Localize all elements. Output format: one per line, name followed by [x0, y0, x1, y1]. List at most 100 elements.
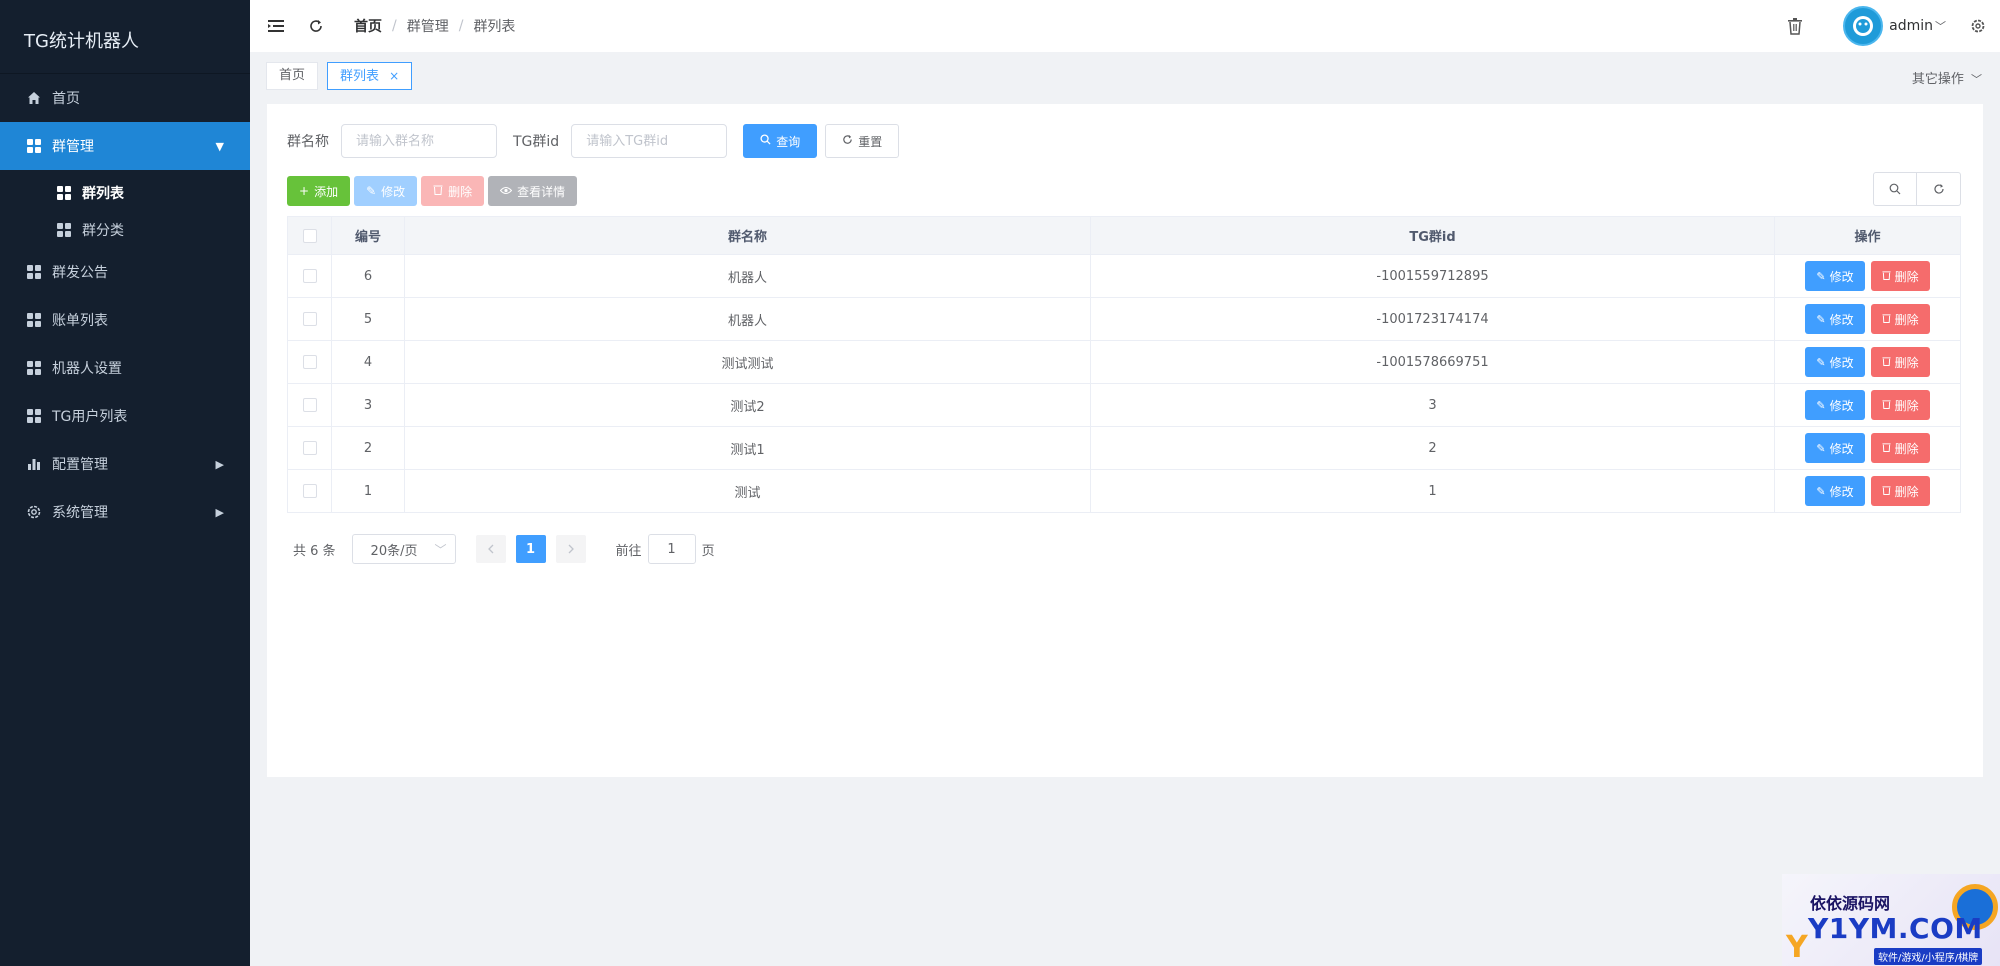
sidebar-item-label: 机器人设置 — [52, 361, 122, 377]
breadcrumb-separator: / — [458, 18, 464, 34]
group-name-input[interactable] — [341, 124, 497, 158]
prev-page-button[interactable] — [475, 535, 506, 563]
query-button[interactable]: 查询 — [743, 124, 818, 158]
reset-label: 重置 — [858, 134, 883, 149]
row-delete-button[interactable]: 删除 — [1870, 261, 1930, 291]
chevron-left-icon — [487, 544, 494, 554]
table-header-row: 编号 群名称 TG群id 操作 — [287, 216, 1961, 255]
sidebar-item-group-announcement[interactable]: 群发公告 — [0, 248, 250, 296]
sidebar: TG统计机器人 首页 群管理 ▼ 群列表 群分类 群发公告 账单列表 机器人设置… — [0, 0, 250, 966]
row-delete-label: 删除 — [1894, 312, 1919, 327]
grid-icon — [26, 264, 42, 280]
row-checkbox[interactable] — [302, 484, 317, 498]
row-edit-button[interactable]: ✎ 修改 — [1805, 390, 1865, 420]
goto-page-input[interactable] — [647, 534, 696, 564]
settings-gear-icon[interactable] — [1968, 16, 1988, 36]
row-delete-button[interactable]: 删除 — [1870, 304, 1930, 334]
edit-label: 修改 — [381, 184, 406, 199]
page-size-value: 20条/页 — [370, 543, 418, 559]
edit-icon: ✎ — [1816, 355, 1826, 369]
grid-icon — [26, 360, 42, 376]
other-operations-dropdown[interactable]: 其它操作 ﹀ — [1912, 68, 1982, 87]
table-row: 6 机器人 -1001559712895 ✎ 修改 删除 — [287, 254, 1961, 298]
username[interactable]: admin — [1889, 18, 1933, 34]
cell-group-name: 机器人 — [404, 297, 1091, 341]
add-label: 添加 — [314, 184, 339, 199]
tg-group-id-label: TG群id — [513, 134, 560, 150]
column-header-tg-id: TG群id — [1090, 216, 1775, 255]
sidebar-item-tg-user-list[interactable]: TG用户列表 — [0, 392, 250, 440]
sidebar-item-home[interactable]: 首页 — [0, 74, 250, 122]
add-button[interactable]: + 添加 — [287, 176, 351, 206]
reset-button[interactable]: 重置 — [825, 124, 900, 158]
eye-icon — [499, 184, 513, 198]
row-edit-button[interactable]: ✎ 修改 — [1805, 476, 1865, 506]
bar-chart-icon — [26, 456, 42, 472]
sidebar-subitem-label: 群列表 — [82, 185, 124, 202]
trash-icon[interactable] — [1785, 16, 1805, 36]
row-delete-button[interactable]: 删除 — [1870, 347, 1930, 377]
toggle-search-button[interactable] — [1873, 172, 1917, 206]
edit-icon: ✎ — [1816, 484, 1826, 498]
sidebar-subitem-group-category[interactable]: 群分类 — [0, 211, 250, 248]
row-delete-button[interactable]: 删除 — [1870, 390, 1930, 420]
edit-button[interactable]: ✎ 修改 — [354, 176, 418, 206]
column-header-id: 编号 — [331, 216, 405, 255]
search-icon — [1889, 183, 1901, 195]
row-checkbox[interactable] — [302, 355, 317, 369]
view-details-button[interactable]: 查看详情 — [488, 176, 578, 206]
sidebar-subitem-group-list[interactable]: 群列表 — [0, 174, 250, 211]
sidebar-item-label: 配置管理 — [52, 457, 108, 473]
action-toolbar: + 添加 ✎ 修改 删除 查看详情 — [287, 176, 578, 206]
caret-down-icon: ▼ — [215, 139, 224, 153]
row-edit-button[interactable]: ✎ 修改 — [1805, 347, 1865, 377]
tg-group-id-input[interactable] — [571, 124, 728, 158]
next-page-button[interactable] — [555, 535, 586, 563]
row-delete-button[interactable]: 删除 — [1870, 476, 1930, 506]
select-all-checkbox[interactable] — [302, 228, 317, 243]
sidebar-item-bill-list[interactable]: 账单列表 — [0, 296, 250, 344]
row-edit-button[interactable]: ✎ 修改 — [1805, 433, 1865, 463]
delete-button[interactable]: 删除 — [421, 176, 485, 206]
row-checkbox[interactable] — [302, 312, 317, 326]
tag-home[interactable]: 首页 — [266, 62, 319, 90]
view-label: 查看详情 — [517, 184, 566, 199]
sidebar-item-group-management[interactable]: 群管理 ▼ — [0, 122, 250, 170]
close-icon[interactable]: × — [389, 69, 399, 83]
row-delete-button[interactable]: 删除 — [1870, 433, 1930, 463]
refresh-table-button[interactable] — [1917, 172, 1961, 206]
cell-actions: ✎ 修改 删除 — [1774, 297, 1961, 341]
caret-right-icon: ▶ — [215, 505, 224, 519]
sidebar-item-system-management[interactable]: 系统管理 ▶ — [0, 488, 250, 536]
sidebar-subitem-label: 群分类 — [82, 222, 124, 239]
trash-icon — [1882, 399, 1891, 412]
row-edit-button[interactable]: ✎ 修改 — [1805, 304, 1865, 334]
refresh-icon[interactable] — [306, 16, 326, 36]
row-checkbox[interactable] — [302, 441, 317, 455]
row-edit-label: 修改 — [1829, 355, 1854, 370]
avatar[interactable] — [1843, 6, 1884, 46]
sidebar-item-bot-settings[interactable]: 机器人设置 — [0, 344, 250, 392]
row-select-cell — [287, 297, 332, 341]
page-number-current[interactable]: 1 — [515, 535, 546, 563]
row-checkbox[interactable] — [302, 398, 317, 412]
trash-icon — [1882, 442, 1891, 455]
edit-icon: ✎ — [366, 184, 377, 198]
sidebar-item-config-management[interactable]: 配置管理 ▶ — [0, 440, 250, 488]
row-edit-label: 修改 — [1829, 441, 1854, 456]
watermark-y-glyph: Y — [1786, 930, 1808, 965]
sidebar-item-label: 首页 — [52, 91, 80, 107]
trash-icon — [1882, 313, 1891, 326]
menu-toggle-icon[interactable] — [266, 16, 286, 36]
chevron-down-icon[interactable]: ﹀ — [1935, 18, 1946, 34]
breadcrumb-group-management: 群管理 — [406, 19, 449, 35]
header-right: admin ﹀ — [1785, 0, 2000, 52]
page-size-select[interactable]: 20条/页 ﹀ — [351, 534, 456, 564]
row-edit-button[interactable]: ✎ 修改 — [1805, 261, 1865, 291]
row-checkbox[interactable] — [302, 269, 317, 283]
breadcrumb-home[interactable]: 首页 — [354, 16, 382, 36]
other-ops-label: 其它操作 — [1911, 72, 1964, 87]
edit-icon: ✎ — [1816, 269, 1826, 283]
tag-group-list[interactable]: 群列表 × — [327, 62, 413, 90]
total-count: 共 6 条 — [293, 543, 336, 559]
